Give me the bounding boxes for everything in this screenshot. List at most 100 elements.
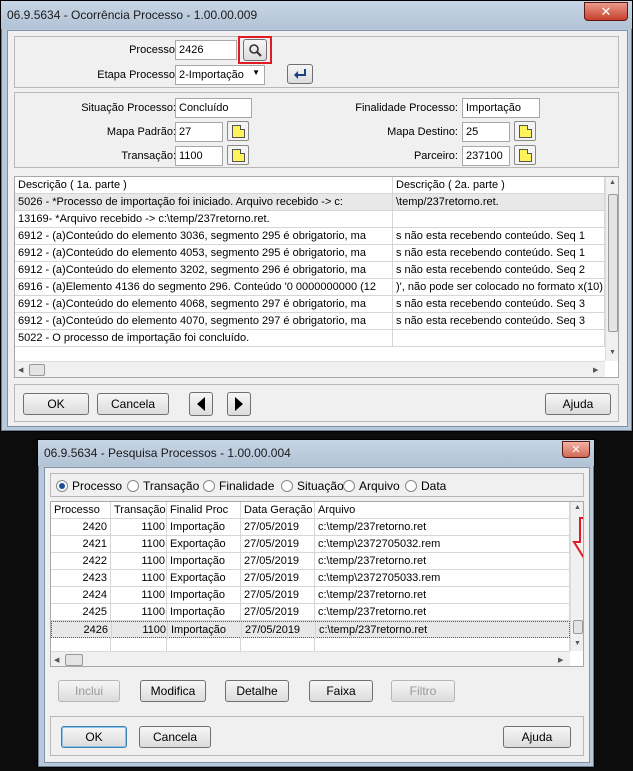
- table-cell: 2424: [51, 587, 111, 604]
- radio-finalidade[interactable]: Finalidade: [203, 479, 274, 493]
- scroll-up-icon[interactable]: ▲: [574, 504, 581, 511]
- scroll-thumb[interactable]: [65, 654, 83, 666]
- table-row[interactable]: 6912 - (a)Conteúdo do elemento 4053, seg…: [15, 245, 605, 262]
- etapa-select[interactable]: 2-Importação ▼: [175, 65, 265, 85]
- finalidade-field[interactable]: Importação: [462, 98, 540, 118]
- column-header[interactable]: Data Geração: [241, 502, 315, 519]
- close-button[interactable]: ✕: [562, 441, 590, 458]
- search-button[interactable]: [243, 39, 267, 61]
- table-row[interactable]: 6912 - (a)Conteúdo do elemento 4070, seg…: [15, 313, 605, 330]
- column-header[interactable]: Descrição ( 1a. parte ): [15, 177, 393, 194]
- radio-selected-icon: [56, 480, 68, 492]
- radio-processo[interactable]: Processo: [56, 479, 122, 493]
- table-cell: 13169- *Arquivo recebido -> c:\temp/237r…: [15, 211, 393, 228]
- table-cell: 1100: [111, 536, 167, 553]
- table-row[interactable]: 6912 - (a)Conteúdo do elemento 3036, seg…: [15, 228, 605, 245]
- table-cell: Importação: [167, 587, 241, 604]
- next-button[interactable]: [227, 392, 251, 416]
- column-header[interactable]: Descrição ( 2a. parte ): [393, 177, 605, 194]
- table-cell: 27/05/2019: [241, 519, 315, 536]
- ajuda-button[interactable]: Ajuda: [545, 393, 611, 415]
- table-cell: Exportação: [167, 536, 241, 553]
- processo-field[interactable]: 2426: [175, 40, 237, 60]
- horizontal-scrollbar[interactable]: ◀ ▶: [51, 651, 570, 666]
- close-button[interactable]: ✕: [584, 2, 628, 21]
- search-icon: [249, 44, 262, 57]
- detalhe-button[interactable]: Detalhe: [225, 680, 289, 702]
- table-row[interactable]: 2420 1100 Importação 27/05/2019 c:\temp/…: [51, 519, 570, 536]
- cancela-button[interactable]: Cancela: [139, 726, 211, 748]
- cancela-button[interactable]: Cancela: [97, 393, 169, 415]
- situacao-field[interactable]: Concluído: [175, 98, 252, 118]
- transacao-note-button[interactable]: [227, 145, 249, 165]
- table-row[interactable]: 2423 1100 Exportação 27/05/2019 c:\temp\…: [51, 570, 570, 587]
- previous-button[interactable]: [189, 392, 213, 416]
- mapa-destino-note-button[interactable]: [514, 121, 536, 141]
- note-icon: [519, 125, 532, 138]
- note-icon: [232, 149, 245, 162]
- ocorrencias-grid: Descrição ( 1a. parte ) Descrição ( 2a. …: [14, 176, 619, 378]
- grid-header: Processo Transação Finalid Proc Data Ger…: [51, 502, 570, 519]
- processo-label: Processo:: [129, 44, 178, 56]
- mapa-padrao-field[interactable]: 27: [175, 122, 223, 142]
- column-header[interactable]: Finalid Proc: [167, 502, 241, 519]
- radio-data[interactable]: Data: [405, 479, 446, 493]
- ajuda-button[interactable]: Ajuda: [503, 726, 571, 748]
- scroll-right-icon[interactable]: ▶: [593, 366, 598, 374]
- table-row[interactable]: 5026 - *Processo de importação foi inici…: [15, 194, 605, 211]
- table-cell: 5026 - *Processo de importação foi inici…: [15, 194, 393, 211]
- table-cell: 2423: [51, 570, 111, 587]
- faixa-button[interactable]: Faixa: [309, 680, 373, 702]
- horizontal-scrollbar[interactable]: ◀ ▶: [15, 361, 605, 377]
- scroll-thumb[interactable]: [29, 364, 45, 376]
- grid-header: Descrição ( 1a. parte ) Descrição ( 2a. …: [15, 177, 605, 194]
- scroll-right-icon[interactable]: ▶: [558, 656, 563, 664]
- radio-situacao[interactable]: Situação: [281, 479, 344, 493]
- details-group: Situação Processo: Concluído Finalidade …: [14, 92, 619, 168]
- table-row[interactable]: 6912 - (a)Conteúdo do elemento 4068, seg…: [15, 296, 605, 313]
- ok-button[interactable]: OK: [23, 393, 89, 415]
- parceiro-note-button[interactable]: [514, 145, 536, 165]
- inclui-button[interactable]: Inclui: [58, 680, 120, 702]
- mapa-padrao-note-button[interactable]: [227, 121, 249, 141]
- column-header[interactable]: Processo: [51, 502, 111, 519]
- transacao-field[interactable]: 1100: [175, 146, 223, 166]
- mapa-padrao-label: Mapa Padrão:: [106, 126, 176, 138]
- scroll-down-icon[interactable]: ▼: [609, 349, 616, 356]
- table-cell: s não esta recebendo conteúdo. Seq 2: [393, 262, 605, 279]
- table-row[interactable]: 6916 - (a)Elemento 4136 do segmento 296.…: [15, 279, 605, 296]
- down-arrow-annotation-icon: [572, 517, 583, 559]
- vertical-scrollbar[interactable]: ▲ ▼: [605, 177, 618, 361]
- radio-arquivo[interactable]: Arquivo: [343, 479, 400, 493]
- scroll-up-icon[interactable]: ▲: [609, 179, 616, 186]
- table-row[interactable]: 2421 1100 Exportação 27/05/2019 c:\temp\…: [51, 536, 570, 553]
- column-header[interactable]: Transação: [111, 502, 167, 519]
- filtro-button[interactable]: Filtro: [391, 680, 455, 702]
- parceiro-field[interactable]: 237100: [462, 146, 510, 166]
- finalidade-label: Finalidade Processo:: [355, 102, 458, 114]
- scroll-thumb[interactable]: [573, 620, 583, 634]
- column-header[interactable]: Arquivo: [315, 502, 570, 519]
- radio-transacao[interactable]: Transação: [127, 479, 199, 493]
- table-cell: \temp/237retorno.ret.: [393, 194, 605, 211]
- scroll-left-icon[interactable]: ◀: [54, 656, 59, 664]
- table-row[interactable]: 2424 1100 Importação 27/05/2019 c:\temp/…: [51, 587, 570, 604]
- scroll-thumb[interactable]: [608, 194, 618, 332]
- table-row[interactable]: 2422 1100 Importação 27/05/2019 c:\temp/…: [51, 553, 570, 570]
- table-cell: 27/05/2019: [241, 570, 315, 587]
- modifica-button[interactable]: Modifica: [140, 680, 206, 702]
- table-row[interactable]: 2425 1100 Importação 27/05/2019 c:\temp/…: [51, 604, 570, 621]
- table-row-selected[interactable]: 2426 1100 Importação 27/05/2019 c:\temp/…: [51, 621, 571, 639]
- table-cell: 27/05/2019: [242, 622, 316, 639]
- enter-button[interactable]: [287, 64, 313, 84]
- table-row[interactable]: 6912 - (a)Conteúdo do elemento 3202, seg…: [15, 262, 605, 279]
- ok-button[interactable]: OK: [61, 726, 127, 748]
- mapa-destino-field[interactable]: 25: [462, 122, 510, 142]
- triangle-left-icon: [197, 397, 205, 411]
- scroll-left-icon[interactable]: ◀: [18, 366, 23, 374]
- transacao-label: Transação:: [121, 150, 176, 162]
- table-row[interactable]: 13169- *Arquivo recebido -> c:\temp/237r…: [15, 211, 605, 228]
- table-cell: c:\temp/237retorno.ret: [315, 587, 570, 604]
- scroll-down-icon[interactable]: ▼: [574, 640, 581, 647]
- table-row[interactable]: 5022 - O processo de importação foi conc…: [15, 330, 605, 347]
